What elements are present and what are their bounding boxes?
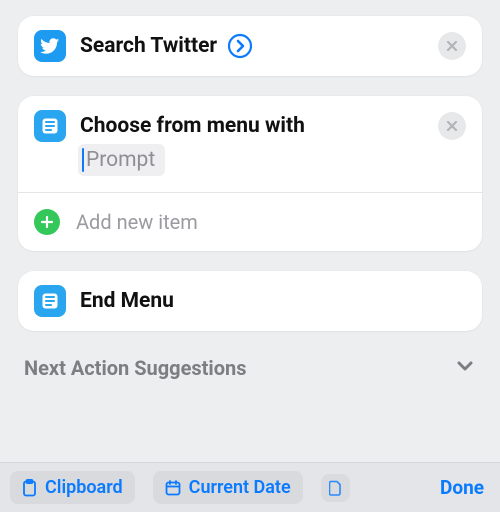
suggestion-chip-label: Clipboard (45, 477, 123, 498)
add-new-item-label: Add new item (76, 210, 198, 234)
clipboard-icon (22, 479, 37, 497)
suggestion-chip-label: Current Date (189, 477, 291, 498)
next-action-suggestions-header[interactable]: Next Action Suggestions (18, 351, 482, 387)
twitter-icon (34, 30, 66, 62)
remove-action-button[interactable] (438, 32, 466, 60)
remove-action-button[interactable] (438, 112, 466, 140)
suggestion-chip-current-date[interactable]: Current Date (153, 471, 303, 504)
done-button[interactable]: Done (440, 476, 490, 499)
action-title-text: Choose from menu with (80, 114, 305, 138)
action-card-search-twitter[interactable]: Search Twitter (18, 16, 482, 76)
chevron-down-icon[interactable] (454, 355, 476, 381)
action-title-text: Search Twitter (80, 34, 217, 58)
prompt-input[interactable]: Prompt (78, 144, 165, 176)
chevron-right-circle-icon[interactable] (227, 33, 253, 59)
suggestion-chip-more[interactable] (321, 474, 350, 502)
calendar-icon (165, 480, 181, 496)
suggestion-chip-clipboard[interactable]: Clipboard (10, 471, 135, 504)
menu-icon (34, 110, 66, 142)
menu-icon (34, 285, 66, 317)
suggestions-title: Next Action Suggestions (24, 356, 247, 380)
action-card-choose-menu[interactable]: Choose from menu with Prompt Add new ite… (18, 96, 482, 251)
add-new-item-row[interactable]: Add new item (18, 193, 482, 251)
action-title-text: End Menu (80, 289, 174, 313)
action-card-end-menu: End Menu (18, 271, 482, 331)
doc-icon (329, 480, 342, 496)
plus-circle-icon[interactable] (34, 209, 60, 235)
keyboard-accessory-bar: Clipboard Current Date Done (0, 462, 500, 512)
